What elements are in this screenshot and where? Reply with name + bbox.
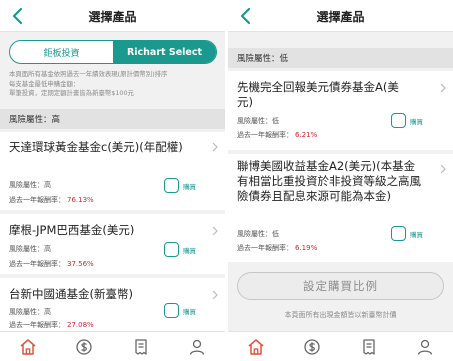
buy-label: 購買	[410, 118, 423, 126]
chevron-right-icon	[212, 290, 218, 300]
tab-invest[interactable]	[71, 334, 97, 360]
bottom-tab-bar	[228, 331, 453, 361]
return-value: 6.19%	[295, 244, 318, 252]
fund-name: 聯博美國收益基金A2(美元)(本基金有相當比重投資於非投資等級之高風險債券且配息…	[237, 159, 421, 203]
fund-return: 過去一年報酬率： 37.56%	[9, 259, 94, 269]
receipt-icon	[134, 338, 147, 355]
page-title: 選擇產品	[316, 10, 365, 24]
fund-risk: 風險屬性：低	[237, 117, 279, 125]
fund-risk: 風險屬性：高	[9, 308, 51, 316]
fund-card[interactable]: 摩根-JPM巴西基金(美元) 風險屬性：高 過去一年報酬率： 37.56% 購買	[0, 214, 225, 274]
buy-label: 購買	[410, 231, 423, 239]
return-value: 6.21%	[295, 131, 318, 139]
right-screen: 選擇產品 風險屬性：低 先機完全回報美元債券基金A(美元) 風險屬性：低 過去一…	[228, 0, 453, 361]
return-value: 76.13%	[67, 196, 94, 204]
dollar-icon	[304, 338, 321, 355]
fund-return: 過去一年報酬率： 76.13%	[9, 195, 94, 205]
return-label: 過去一年報酬率：	[237, 131, 293, 139]
user-icon	[189, 339, 205, 355]
set-purchase-ratio-button[interactable]: 設定購買比例	[237, 272, 444, 300]
page-title: 選擇產品	[88, 10, 137, 24]
product-type-toggle: 鉅板投資 Richart Select	[9, 40, 217, 64]
tab-profile[interactable]	[412, 334, 438, 360]
risk-section-header: 風險屬性：高	[0, 109, 225, 129]
fund-name: 天達環球黃金基金c(美元)(年配權)	[9, 140, 183, 154]
buy-label: 購買	[183, 247, 196, 255]
chevron-right-icon	[212, 142, 218, 152]
return-value: 37.56%	[67, 260, 94, 268]
fund-card[interactable]: 聯博美國收益基金A2(美元)(本基金有相當比重投資於非投資等級之高風險債券且配息…	[228, 154, 453, 262]
buy-checkbox[interactable]	[164, 242, 179, 257]
toggle-option-fund-investment[interactable]: 鉅板投資	[10, 41, 113, 63]
buy-checkbox[interactable]	[164, 178, 179, 193]
tab-records[interactable]	[356, 334, 382, 360]
chevron-right-icon	[440, 83, 446, 93]
bottom-tab-bar	[0, 331, 225, 361]
buy-checkbox[interactable]	[391, 226, 406, 241]
tab-records[interactable]	[128, 334, 154, 360]
risk-section-header: 風險屬性：低	[228, 48, 453, 68]
fund-name: 台新中國通基金(新臺幣)	[9, 287, 133, 301]
tab-invest[interactable]	[299, 334, 325, 360]
fund-card[interactable]: 天達環球黃金基金c(美元)(年配權) 風險屬性：高 過去一年報酬率： 76.13%…	[0, 132, 225, 210]
buy-label: 購買	[183, 308, 196, 316]
currency-note: 本頁面所有出現金額皆以新臺幣計價	[284, 311, 397, 319]
tab-home[interactable]	[15, 334, 41, 360]
note-line: 單筆投資，定期定額計畫皆為新臺幣$100元	[9, 89, 134, 97]
note-line: 每支基金最低申購金額：	[9, 79, 80, 88]
tab-profile[interactable]	[184, 334, 210, 360]
return-label: 過去一年報酬率：	[237, 244, 293, 252]
return-label: 過去一年報酬率：	[9, 260, 65, 268]
toggle-option-richart-select[interactable]: Richart Select	[113, 41, 216, 63]
dollar-icon	[76, 338, 93, 355]
home-icon	[248, 338, 264, 355]
return-value: 27.08%	[67, 321, 94, 329]
fund-card[interactable]: 台新中國通基金(新臺幣) 風險屬性：高 過去一年報酬率： 27.08% 購買	[0, 278, 225, 331]
fund-return: 過去一年報酬率： 6.19%	[237, 243, 317, 253]
buy-label: 購買	[183, 183, 196, 191]
user-icon	[417, 339, 433, 355]
info-note: 本頁面所有基金依照過去一年績效表現(原計價幣別)排序 每支基金最低申購金額： 單…	[9, 70, 221, 99]
note-line: 本頁面所有基金依照過去一年績效表現(原計價幣別)排序	[9, 70, 168, 78]
receipt-icon	[362, 338, 375, 355]
chevron-right-icon	[440, 164, 446, 174]
chevron-right-icon	[212, 226, 218, 236]
fund-card[interactable]: 先機完全回報美元債券基金A(美元) 風險屬性：低 過去一年報酬率： 6.21% 購…	[228, 71, 453, 150]
fund-return: 過去一年報酬率： 27.08%	[9, 320, 94, 330]
left-screen: 選擇產品 鉅板投資 Richart Select 本頁面所有基金依照過去一年績效…	[0, 0, 225, 361]
buy-checkbox[interactable]	[391, 113, 406, 128]
fund-name: 先機完全回報美元債券基金A(美元)	[237, 80, 399, 109]
buy-checkbox[interactable]	[164, 303, 179, 318]
home-icon	[20, 338, 36, 355]
header: 選擇產品	[228, 0, 453, 32]
return-label: 過去一年報酬率：	[9, 196, 65, 204]
fund-risk: 風險屬性：高	[9, 181, 51, 189]
fund-return: 過去一年報酬率： 6.21%	[237, 130, 317, 140]
tab-home[interactable]	[243, 334, 269, 360]
fund-risk: 風險屬性：低	[237, 230, 279, 238]
fund-risk: 風險屬性：高	[9, 245, 51, 253]
header: 選擇產品	[0, 0, 225, 32]
return-label: 過去一年報酬率：	[9, 321, 65, 329]
fund-name: 摩根-JPM巴西基金(美元)	[9, 223, 135, 237]
